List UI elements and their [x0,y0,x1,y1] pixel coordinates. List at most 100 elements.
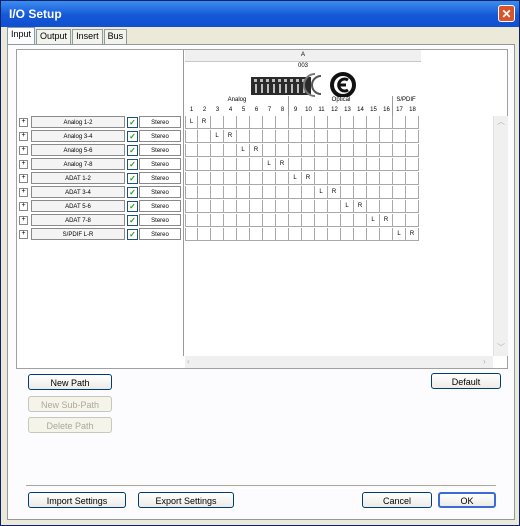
matrix-cell[interactable] [315,158,328,171]
path-format-selector[interactable]: Stereo [139,200,181,212]
matrix-cell[interactable] [302,186,315,199]
path-format-selector[interactable]: Stereo [139,116,181,128]
matrix-cell[interactable] [250,130,263,143]
matrix-cell[interactable] [406,130,419,143]
matrix-cell[interactable] [276,186,289,199]
matrix-cell[interactable]: R [276,158,289,171]
matrix-cell[interactable]: R [224,130,237,143]
matrix-cell[interactable] [211,228,224,241]
matrix-cell[interactable] [185,172,198,185]
matrix-cell[interactable]: R [354,200,367,213]
matrix-cell[interactable] [276,130,289,143]
matrix-cell[interactable] [224,186,237,199]
close-icon[interactable]: ✕ [498,5,515,22]
matrix-cell[interactable] [406,214,419,227]
matrix-cell[interactable] [224,144,237,157]
tab-output[interactable]: Output [36,29,72,44]
matrix-cell[interactable] [302,116,315,129]
matrix-cell[interactable] [263,214,276,227]
matrix-cell[interactable] [380,116,393,129]
matrix-cell[interactable] [211,200,224,213]
matrix-cell[interactable] [237,116,250,129]
expand-icon[interactable]: + [19,146,28,155]
matrix-cell[interactable] [224,214,237,227]
import-settings-button[interactable]: Import Settings [28,492,126,508]
matrix-cell[interactable] [354,228,367,241]
matrix-cell[interactable] [237,172,250,185]
matrix-cell[interactable] [263,172,276,185]
matrix-cell[interactable] [289,186,302,199]
expand-icon[interactable]: + [19,174,28,183]
matrix-cell[interactable] [393,130,406,143]
matrix-cell[interactable] [289,116,302,129]
matrix-cell[interactable] [198,130,211,143]
matrix-cell[interactable] [393,158,406,171]
matrix-cell[interactable] [380,144,393,157]
matrix-cell[interactable]: L [367,214,380,227]
matrix-cell[interactable] [367,158,380,171]
matrix-cell[interactable] [185,130,198,143]
matrix-cell[interactable] [211,214,224,227]
path-name-button[interactable]: Analog 7-8 [31,158,125,170]
matrix-cell[interactable] [380,186,393,199]
path-format-selector[interactable]: Stereo [139,130,181,142]
export-settings-button[interactable]: Export Settings [138,492,234,508]
matrix-cell[interactable]: L [393,228,406,241]
matrix-cell[interactable] [237,158,250,171]
matrix-cell[interactable] [263,186,276,199]
matrix-cell[interactable] [276,200,289,213]
scroll-left-icon[interactable]: ‹ [187,356,190,368]
matrix-cell[interactable] [224,116,237,129]
expand-icon[interactable]: + [19,118,28,127]
matrix-cell[interactable]: R [406,228,419,241]
path-name-button[interactable]: ADAT 7-8 [31,214,125,226]
matrix-cell[interactable] [341,144,354,157]
matrix-cell[interactable]: L [315,186,328,199]
matrix-cell[interactable] [263,144,276,157]
matrix-cell[interactable] [341,186,354,199]
matrix-cell[interactable] [328,172,341,185]
path-name-button[interactable]: S/PDIF L-R [31,228,125,240]
matrix-cell[interactable] [198,186,211,199]
matrix-cell[interactable] [250,186,263,199]
title-bar[interactable]: I/O Setup ✕ [1,1,519,27]
new-sub-path-button[interactable]: New Sub-Path [28,396,112,412]
matrix-cell[interactable] [406,172,419,185]
path-format-selector[interactable]: Stereo [139,186,181,198]
matrix-cell[interactable] [380,130,393,143]
matrix-cell[interactable] [367,228,380,241]
tab-bus[interactable]: Bus [103,29,128,44]
scroll-right-icon[interactable]: › [483,356,486,368]
matrix-cell[interactable] [224,172,237,185]
matrix-cell[interactable] [250,116,263,129]
matrix-cell[interactable] [341,158,354,171]
matrix-cell[interactable] [185,144,198,157]
matrix-cell[interactable] [224,228,237,241]
matrix-cell[interactable] [328,144,341,157]
path-active-checkbox[interactable]: ✓ [127,145,138,156]
matrix-cell[interactable] [315,130,328,143]
matrix-cell[interactable] [328,130,341,143]
scroll-up-icon[interactable]: ︿ [497,116,505,128]
matrix-cell[interactable] [302,214,315,227]
path-format-selector[interactable]: Stereo [139,228,181,240]
cancel-button[interactable]: Cancel [362,492,432,508]
matrix-cell[interactable] [393,172,406,185]
matrix-cell[interactable] [263,228,276,241]
matrix-cell[interactable] [211,186,224,199]
matrix-cell[interactable] [328,200,341,213]
path-active-checkbox[interactable]: ✓ [127,117,138,128]
path-format-selector[interactable]: Stereo [139,144,181,156]
matrix-cell[interactable] [289,228,302,241]
matrix-cell[interactable] [198,214,211,227]
matrix-cell[interactable]: L [185,116,198,129]
matrix-cell[interactable] [380,158,393,171]
matrix-cell[interactable] [211,116,224,129]
matrix-cell[interactable] [237,214,250,227]
matrix-cell[interactable] [198,158,211,171]
matrix-cell[interactable] [393,214,406,227]
matrix-cell[interactable]: R [198,116,211,129]
matrix-cell[interactable] [328,228,341,241]
matrix-cell[interactable] [250,200,263,213]
matrix-cell[interactable] [367,186,380,199]
